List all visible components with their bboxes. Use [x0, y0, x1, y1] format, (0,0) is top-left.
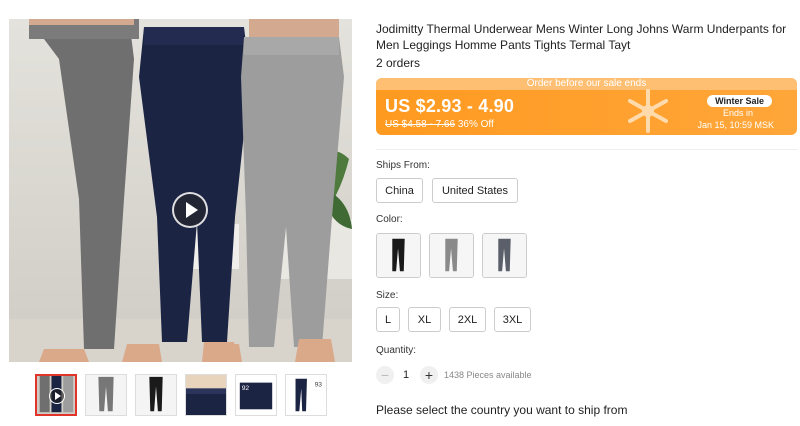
play-video-button[interactable]	[172, 192, 208, 228]
svg-text:92: 92	[242, 385, 250, 392]
thumbnail-image	[136, 375, 176, 415]
old-price: US $4.58 - 7.66	[385, 119, 456, 130]
size-option-2xl[interactable]: 2XL	[449, 307, 486, 332]
color-option-dark-grey[interactable]	[482, 233, 527, 278]
ships-from-united-states[interactable]: United States	[432, 178, 518, 203]
quantity-value[interactable]: 1	[403, 369, 409, 381]
thumbnail-strip: 92 93	[35, 374, 327, 416]
color-swatch-image	[483, 234, 526, 277]
thumbnail-video[interactable]	[35, 374, 77, 416]
svg-text:93: 93	[315, 381, 323, 388]
thumbnail-image: 92	[236, 375, 276, 415]
old-price-row: US $4.58 - 7.66 36% Off	[385, 119, 494, 130]
ships-from-china[interactable]: China	[376, 178, 423, 203]
order-count: 2 orders	[376, 56, 421, 70]
thumbnail-waistband[interactable]	[185, 374, 227, 416]
quantity-increase-button[interactable]: +	[420, 366, 438, 384]
product-title: Jodimitty Thermal Underwear Mens Winter …	[376, 22, 787, 52]
color-option-black[interactable]	[376, 233, 421, 278]
color-label: Color:	[376, 214, 403, 225]
divider	[376, 149, 797, 150]
thumbnail-black-pants[interactable]	[135, 374, 177, 416]
snowflake-icon	[628, 89, 668, 133]
play-icon	[186, 202, 198, 218]
thumbnail-navy-tag[interactable]: 92	[235, 374, 277, 416]
discount-badge: 36% Off	[457, 119, 494, 130]
color-swatch-image	[430, 234, 473, 277]
product-photo	[9, 19, 352, 362]
shipping-message: Please select the country you want to sh…	[376, 403, 628, 417]
size-label: Size:	[376, 290, 399, 301]
price-range: US $2.93 - 4.90	[385, 96, 515, 116]
quantity-decrease-button[interactable]: −	[376, 366, 394, 384]
thumbnail-image	[86, 375, 126, 415]
sale-banner-top: Order before our sale ends	[376, 78, 797, 90]
quantity-label: Quantity:	[376, 345, 417, 356]
pieces-available: 1438 Pieces available	[444, 370, 532, 380]
play-icon	[49, 388, 65, 404]
thumbnail-image	[186, 375, 226, 415]
size-option-l[interactable]: L	[376, 307, 400, 332]
ends-in-label: Ends in	[722, 108, 753, 118]
thumbnail-image: 93	[286, 375, 326, 415]
main-product-image[interactable]	[9, 19, 352, 362]
winter-sale-badge: Winter Sale	[707, 95, 772, 107]
ships-from-label: Ships From:	[376, 160, 430, 171]
size-option-xl[interactable]: XL	[408, 307, 441, 332]
sale-end-date: Jan 15, 10:59 MSK	[697, 120, 774, 130]
thumbnail-grey-pants[interactable]	[85, 374, 127, 416]
color-swatch-image	[377, 234, 420, 277]
sale-banner: Order before our sale ends US $2.93 - 4.…	[376, 78, 797, 135]
thumbnail-navy-size[interactable]: 93	[285, 374, 327, 416]
color-option-grey[interactable]	[429, 233, 474, 278]
size-option-3xl[interactable]: 3XL	[494, 307, 531, 332]
